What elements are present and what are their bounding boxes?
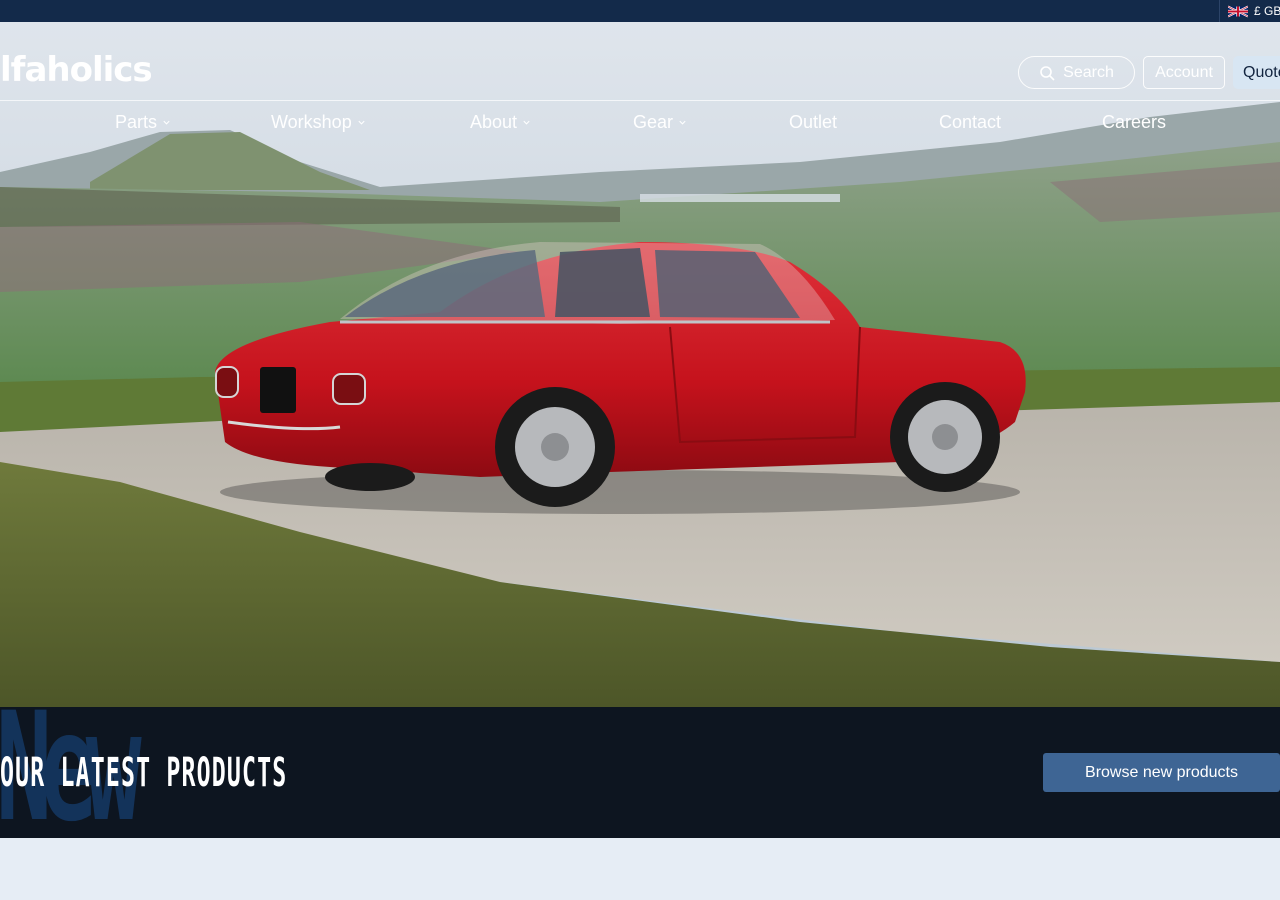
chevron-down-icon bbox=[523, 120, 530, 125]
browse-new-products-button[interactable]: Browse new products bbox=[1043, 753, 1280, 792]
nav-item-label: Outlet bbox=[789, 111, 838, 132]
nav-item-contact[interactable]: Contact bbox=[939, 108, 1001, 136]
nav-item-parts[interactable]: Parts bbox=[115, 108, 171, 136]
quote-button[interactable]: Quote bbox=[1233, 56, 1280, 89]
account-button[interactable]: Account bbox=[1143, 56, 1225, 89]
search-button[interactable]: Search bbox=[1018, 56, 1135, 89]
currency-selector[interactable]: £ GBP bbox=[1219, 0, 1280, 22]
nav-item-careers[interactable]: Careers bbox=[1102, 108, 1166, 136]
header-divider bbox=[0, 100, 1280, 101]
search-icon bbox=[1040, 65, 1055, 81]
latest-products-section: New OUR LATEST PRODUCTS Browse new produ… bbox=[0, 707, 1280, 838]
nav-item-label: Gear bbox=[633, 111, 674, 132]
currency-label: £ GBP bbox=[1254, 4, 1280, 18]
site-logo[interactable]: lfaholics bbox=[0, 50, 153, 90]
account-label: Account bbox=[1155, 63, 1213, 81]
quote-label: Quote bbox=[1243, 63, 1280, 81]
chevron-down-icon bbox=[163, 120, 170, 125]
section-title: OUR LATEST PRODUCTS bbox=[0, 750, 288, 796]
hero-banner: lfaholics Search Account Quote Parts Wor… bbox=[0, 22, 1280, 707]
nav-item-workshop[interactable]: Workshop bbox=[271, 108, 366, 136]
chevron-down-icon bbox=[679, 120, 686, 125]
nav-item-about[interactable]: About bbox=[470, 108, 531, 136]
search-label: Search bbox=[1063, 63, 1114, 81]
nav-item-label: Contact bbox=[939, 111, 1002, 132]
nav-item-gear[interactable]: Gear bbox=[633, 108, 687, 136]
main-nav: Parts Workshop About Gear Outlet Contact… bbox=[0, 108, 1280, 136]
page-content-area bbox=[0, 838, 1280, 900]
nav-item-label: Workshop bbox=[271, 111, 352, 132]
nav-item-label: About bbox=[470, 111, 518, 132]
top-utility-bar: £ GBP bbox=[0, 0, 1280, 22]
nav-item-label: Careers bbox=[1102, 111, 1167, 132]
browse-label: Browse new products bbox=[1085, 763, 1238, 781]
nav-item-label: Parts bbox=[115, 111, 158, 132]
chevron-down-icon bbox=[358, 120, 365, 125]
nav-item-outlet[interactable]: Outlet bbox=[789, 108, 837, 136]
uk-flag-icon bbox=[1228, 5, 1248, 17]
